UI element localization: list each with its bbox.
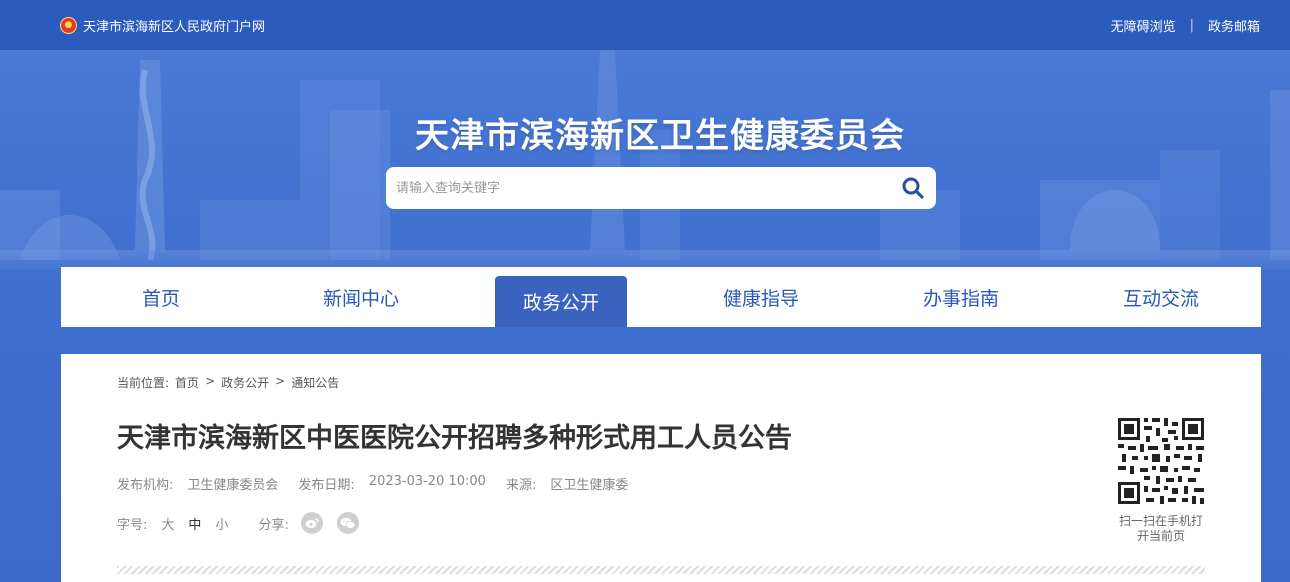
content-divider <box>117 566 1205 574</box>
top-utility-bar: 天津市滨海新区人民政府门户网 无障碍浏览 | 政务邮箱 <box>0 0 1290 50</box>
font-size-small[interactable]: 小 <box>215 514 228 533</box>
article-tools: 字号: 大 中 小 分享: <box>117 512 373 534</box>
share-label: 分享: <box>258 517 289 533</box>
breadcrumb-prefix: 当前位置: <box>117 376 170 390</box>
main-nav: 首页 新闻中心 政务公开 健康指导 办事指南 互动交流 <box>61 267 1261 327</box>
breadcrumb-item-home[interactable]: 首页 <box>175 374 199 391</box>
breadcrumb-separator: > <box>205 374 216 388</box>
top-links: 无障碍浏览 | 政务邮箱 <box>1111 16 1260 35</box>
nav-item-health-guidance[interactable]: 健康指导 <box>661 267 861 327</box>
breadcrumb: 当前位置: 首页 > 政务公开 > 通知公告 <box>117 374 339 391</box>
share-weibo-button[interactable] <box>300 512 323 534</box>
publisher-label: 发布机构: <box>117 478 174 493</box>
qr-caption: 扫一扫在手机打 开当前页 <box>1111 514 1211 544</box>
article-title: 天津市滨海新区中医医院公开招聘多种形式用工人员公告 <box>117 423 792 454</box>
date-value: 2023-03-20 10:00 <box>368 474 486 489</box>
article-meta: 发布机构: 卫生健康委员会 发布日期: 2023-03-20 10:00 来源:… <box>117 474 648 493</box>
qr-code-image <box>1116 416 1206 506</box>
breadcrumb-item-government-affairs[interactable]: 政务公开 <box>221 374 269 391</box>
breadcrumb-item-notices[interactable]: 通知公告 <box>291 374 339 391</box>
breadcrumb-separator: > <box>275 374 286 388</box>
source-label: 来源: <box>505 478 537 493</box>
share-wechat-button[interactable] <box>336 512 359 534</box>
weibo-icon <box>305 518 319 528</box>
national-emblem-icon <box>60 17 77 34</box>
source-value: 区卫生健康委 <box>550 478 629 493</box>
font-size-large[interactable]: 大 <box>161 514 174 533</box>
portal-brand[interactable]: 天津市滨海新区人民政府门户网 <box>60 16 265 35</box>
article-card: 当前位置: 首页 > 政务公开 > 通知公告 天津市滨海新区中医医院公开招聘多种… <box>61 354 1261 582</box>
qr-caption-line1: 扫一扫在手机打 <box>1118 514 1203 528</box>
date-label: 发布日期: <box>298 478 355 493</box>
nav-item-home[interactable]: 首页 <box>61 267 261 327</box>
nav-item-government-affairs[interactable]: 政务公开 <box>495 276 627 327</box>
gov-mail-link[interactable]: 政务邮箱 <box>1208 16 1260 35</box>
wechat-icon <box>340 517 356 529</box>
search-icon <box>902 177 924 199</box>
nav-item-service-guide[interactable]: 办事指南 <box>861 267 1061 327</box>
site-title: 天津市滨海新区卫生健康委员会 <box>415 116 905 156</box>
qr-caption-line2: 开当前页 <box>1136 529 1185 543</box>
search-button[interactable] <box>890 167 936 209</box>
font-size-medium[interactable]: 中 <box>188 514 201 533</box>
nav-item-news-center[interactable]: 新闻中心 <box>261 267 461 327</box>
accessibility-link[interactable]: 无障碍浏览 <box>1111 16 1176 35</box>
font-size-label: 字号: <box>117 517 148 533</box>
portal-name[interactable]: 天津市滨海新区人民政府门户网 <box>83 16 265 35</box>
link-separator: | <box>1189 18 1194 33</box>
search-box <box>386 167 936 209</box>
search-input[interactable] <box>386 180 890 196</box>
publisher-value: 卫生健康委员会 <box>187 478 279 493</box>
nav-item-interaction[interactable]: 互动交流 <box>1061 267 1261 327</box>
